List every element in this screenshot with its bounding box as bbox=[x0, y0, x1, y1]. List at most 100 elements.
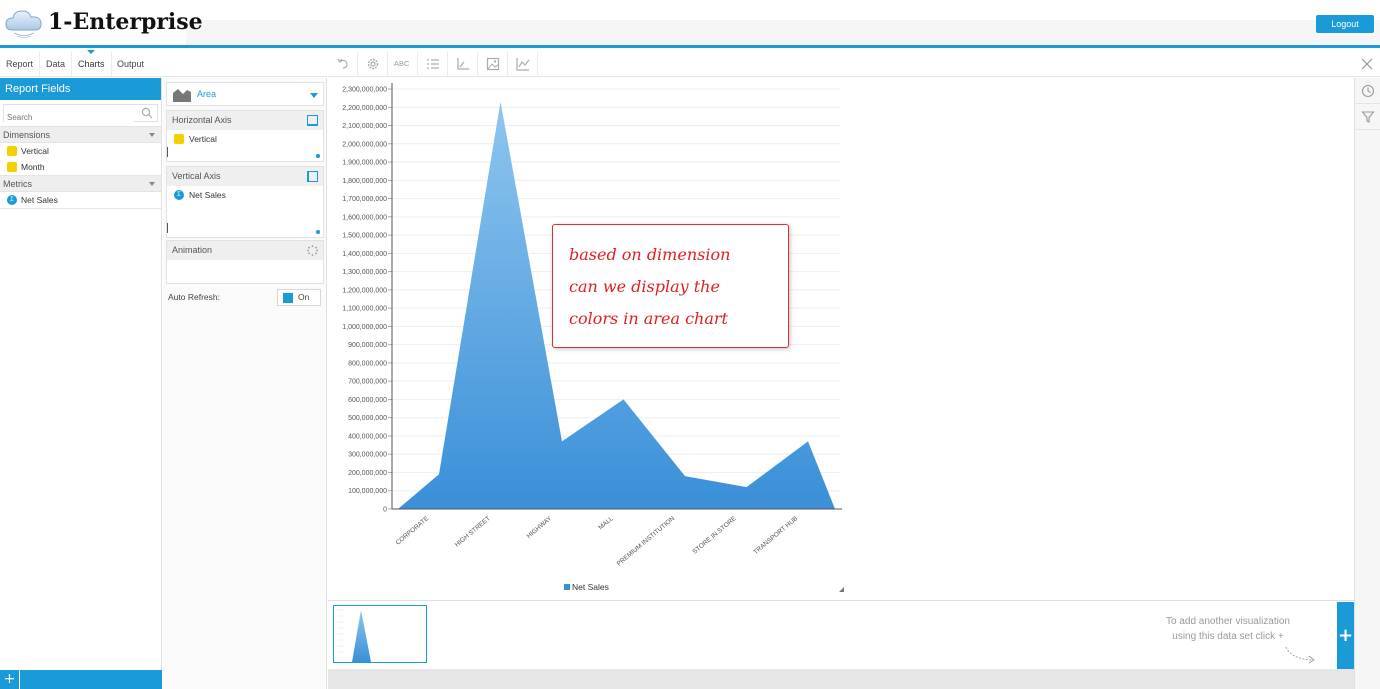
horizontal-axis-label: Horizontal Axis bbox=[172, 115, 232, 125]
axes-button[interactable] bbox=[448, 51, 478, 77]
chart-config-panel: Area Horizontal Axis Vertical Vertical A… bbox=[163, 78, 327, 689]
add-visualization-hint: To add another visualization using this … bbox=[1148, 614, 1308, 644]
animation-label: Animation bbox=[172, 245, 212, 255]
dimension-field-label: Vertical bbox=[21, 146, 49, 156]
legend-swatch bbox=[564, 584, 570, 590]
chevron-down-icon[interactable] bbox=[310, 93, 318, 98]
x-tick-label: HIGH STREET bbox=[454, 515, 492, 548]
auto-refresh-toggle[interactable]: On bbox=[277, 289, 321, 306]
filter-button[interactable] bbox=[1355, 104, 1380, 130]
resize-grip-icon bbox=[839, 587, 844, 592]
y-tick-label: 600,000,000 bbox=[348, 397, 387, 404]
annotation-callout: based on dimension can we display the co… bbox=[552, 224, 789, 348]
x-tick-label: TRANSPORT HUB bbox=[752, 515, 799, 556]
legend-button[interactable] bbox=[418, 51, 448, 77]
gear-icon bbox=[366, 57, 380, 71]
vertical-axis-box[interactable]: Vertical Axis ΣNet Sales bbox=[166, 166, 324, 238]
search-input[interactable] bbox=[4, 110, 134, 126]
add-field-button[interactable]: + bbox=[0, 670, 20, 689]
annotation-line: can we display the bbox=[569, 271, 772, 303]
add-visualization-button[interactable]: + bbox=[1337, 602, 1354, 669]
animation-box[interactable]: Animation bbox=[166, 240, 324, 284]
trend-button[interactable] bbox=[508, 51, 538, 77]
image-icon bbox=[486, 57, 500, 71]
y-tick-label: 700,000,000 bbox=[348, 379, 387, 386]
horizontal-axis-icon bbox=[307, 115, 318, 126]
report-fields-panel: Report Fields Dimensions Vertical Month … bbox=[0, 78, 162, 689]
resize-handle[interactable] bbox=[316, 230, 320, 234]
vertical-axis-field[interactable]: ΣNet Sales bbox=[167, 186, 323, 204]
y-tick-label: 800,000,000 bbox=[348, 360, 387, 367]
y-tick-label: 1,400,000,000 bbox=[342, 251, 387, 258]
y-tick-label: 1,900,000,000 bbox=[342, 160, 387, 167]
undo-button[interactable] bbox=[328, 51, 358, 77]
area-chart[interactable]: 0100,000,000200,000,000300,000,000400,00… bbox=[328, 78, 1354, 600]
dimension-field[interactable]: Month bbox=[0, 159, 161, 175]
annotation-line: based on dimension bbox=[569, 239, 772, 271]
horizontal-axis-box[interactable]: Horizontal Axis Vertical bbox=[166, 110, 324, 162]
chart-thumbnail[interactable] bbox=[333, 605, 427, 663]
x-tick-label: STORE IN STORE bbox=[691, 515, 738, 556]
clock-icon bbox=[1361, 84, 1375, 98]
dimension-field[interactable]: Vertical bbox=[0, 143, 161, 159]
field-search bbox=[3, 104, 158, 122]
horizontal-axis-field[interactable]: Vertical bbox=[167, 130, 323, 148]
tab-report[interactable]: Report bbox=[0, 51, 40, 77]
vertical-axis-icon bbox=[307, 171, 318, 182]
dimensions-label: Dimensions bbox=[3, 130, 50, 140]
drop-cursor bbox=[167, 147, 168, 157]
tab-output[interactable]: Output bbox=[111, 51, 150, 77]
dimension-field-label: Month bbox=[21, 162, 45, 172]
annotation-line: colors in area chart bbox=[569, 303, 772, 335]
settings-button[interactable] bbox=[358, 51, 388, 77]
report-fields-title: Report Fields bbox=[0, 78, 161, 100]
area-chart-icon bbox=[173, 87, 191, 102]
metrics-header[interactable]: Metrics bbox=[0, 175, 161, 192]
resize-handle[interactable] bbox=[316, 154, 320, 158]
metric-icon: Σ bbox=[174, 190, 184, 200]
auto-refresh-label: Auto Refresh: bbox=[168, 292, 220, 302]
animation-header: Animation bbox=[167, 241, 323, 260]
y-tick-label: 500,000,000 bbox=[348, 415, 387, 422]
abc-icon: ABC bbox=[394, 59, 409, 68]
brand-title: 1-Enterprise bbox=[48, 9, 203, 35]
tab-data[interactable]: Data bbox=[40, 51, 72, 77]
main-nav: Report Data Charts Output bbox=[0, 51, 327, 77]
y-tick-label: 300,000,000 bbox=[348, 452, 387, 459]
x-tick-label: MALL bbox=[597, 515, 615, 532]
logout-button[interactable]: Logout bbox=[1316, 15, 1374, 33]
y-tick-label: 1,500,000,000 bbox=[342, 233, 387, 240]
header-strip bbox=[186, 20, 1380, 45]
y-tick-label: 1,600,000,000 bbox=[342, 214, 387, 221]
hint-line-1: To add another visualization bbox=[1148, 614, 1308, 629]
history-button[interactable] bbox=[1355, 78, 1380, 104]
chart-type-label: Area bbox=[197, 89, 216, 99]
y-tick-label: 0 bbox=[383, 507, 387, 514]
visualization-strip: To add another visualization using this … bbox=[328, 600, 1354, 669]
y-tick-label: 1,100,000,000 bbox=[342, 306, 387, 313]
labels-button[interactable]: ABC bbox=[388, 51, 418, 77]
chart-canvas: 0100,000,000200,000,000300,000,000400,00… bbox=[328, 78, 1354, 600]
chart-type-select[interactable]: Area bbox=[166, 82, 324, 106]
toggle-label: On bbox=[298, 292, 309, 302]
curved-arrow-icon bbox=[1283, 645, 1319, 665]
search-icon[interactable] bbox=[141, 107, 153, 119]
y-tick-label: 900,000,000 bbox=[348, 342, 387, 349]
y-tick-label: 200,000,000 bbox=[348, 470, 387, 477]
close-icon[interactable] bbox=[1360, 57, 1374, 71]
app-header: 1-Enterprise Logout bbox=[0, 0, 1380, 48]
background-button[interactable] bbox=[478, 51, 508, 77]
left-footer: + bbox=[0, 670, 162, 689]
chevron-down-icon[interactable] bbox=[149, 182, 155, 186]
drop-cursor bbox=[167, 223, 168, 233]
x-tick-label: PREMIUM INSTITUTION bbox=[616, 515, 677, 568]
chevron-down-icon[interactable] bbox=[149, 133, 155, 137]
metric-icon: Σ bbox=[7, 195, 17, 205]
y-tick-label: 2,100,000,000 bbox=[342, 123, 387, 130]
y-tick-label: 1,300,000,000 bbox=[342, 269, 387, 276]
dimensions-header[interactable]: Dimensions bbox=[0, 126, 161, 143]
metric-field[interactable]: ΣNet Sales bbox=[0, 192, 161, 208]
tab-charts[interactable]: Charts bbox=[72, 51, 112, 77]
bottom-scroll-strip bbox=[328, 669, 1354, 689]
spinner-icon bbox=[307, 245, 318, 256]
